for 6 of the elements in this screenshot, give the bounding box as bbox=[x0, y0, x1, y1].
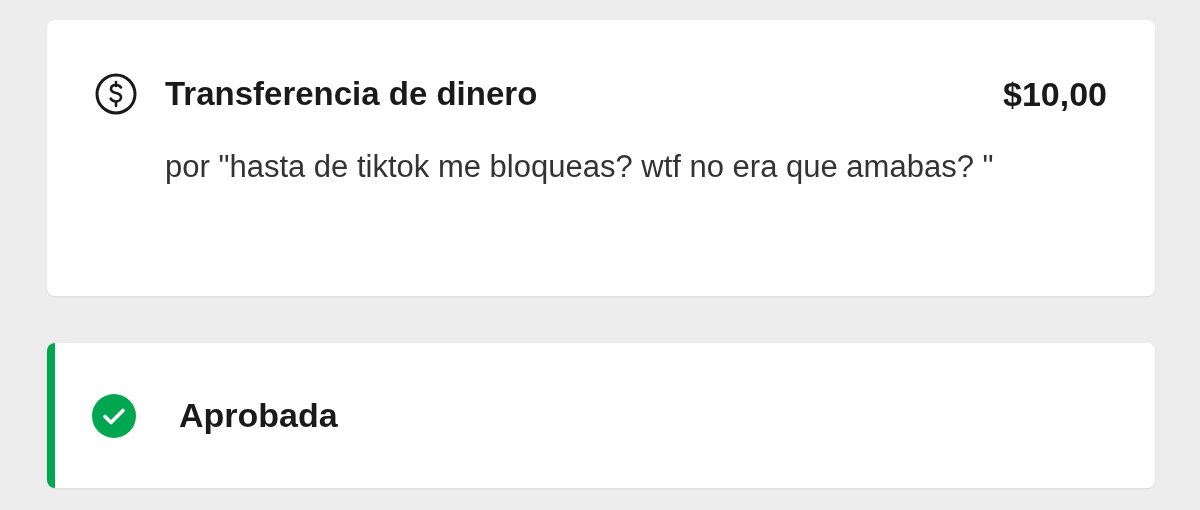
transaction-title: Transferencia de dinero bbox=[165, 75, 539, 113]
transaction-amount: $10,00 bbox=[1003, 74, 1107, 114]
transaction-description: por "hasta de tiktok me bloqueas? wtf no era que amabas? " bbox=[165, 148, 995, 186]
dollar-icon bbox=[94, 72, 138, 116]
status-label: Aprobada bbox=[179, 396, 338, 435]
check-icon bbox=[92, 393, 136, 438]
